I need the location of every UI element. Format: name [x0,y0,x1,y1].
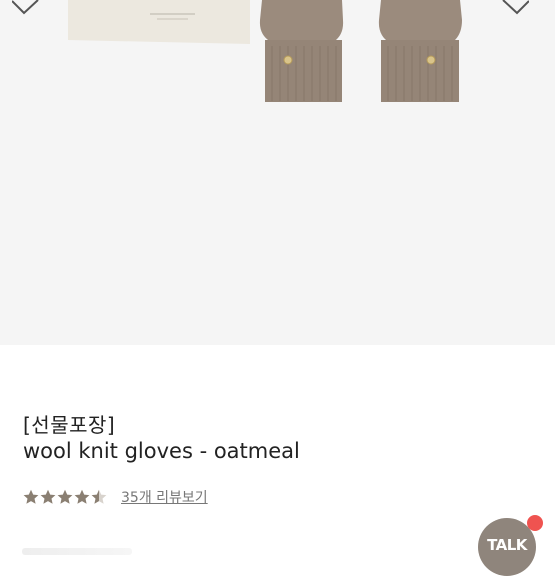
right-glove [378,0,462,40]
chevron-left-icon [12,0,39,15]
faded-price-row [22,548,132,555]
star-icon [23,489,39,504]
gallery-prev-button[interactable] [12,0,56,22]
star-icon [91,489,107,504]
left-glove [259,0,344,40]
chevron-right-icon [502,0,529,15]
product-photo [68,0,462,102]
star-icon [74,489,90,504]
star-icon [57,489,73,504]
rating-row: 35개 리뷰보기 [23,485,208,509]
talk-label: TALK [487,536,527,554]
rating-stars [23,489,107,505]
star-icon [40,489,56,504]
product-subtitle: [선물포장] [23,413,116,437]
product-title: wool knit gloves - oatmeal [23,439,300,463]
product-image-gallery[interactable] [0,0,555,345]
notification-dot [527,515,543,531]
gallery-next-button[interactable] [499,0,543,22]
review-link[interactable]: 35개 리뷰보기 [121,487,208,507]
product-info: [선물포장] wool knit gloves - oatmeal 35개 리뷰… [0,345,555,555]
